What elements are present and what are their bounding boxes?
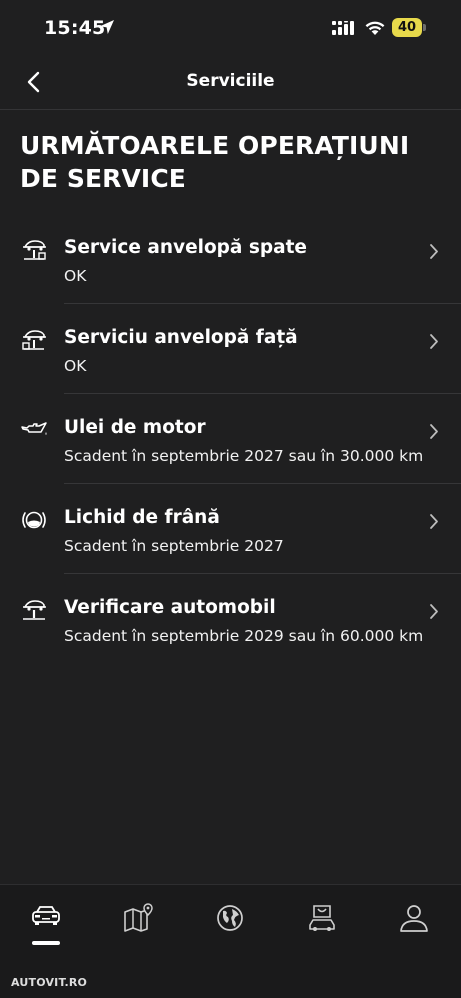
chevron-right-icon: [430, 604, 438, 619]
tab-vehicle[interactable]: [26, 903, 66, 939]
status-time: 15:45: [44, 17, 106, 39]
service-item-status: Scadent în septembrie 2029 sau în 60.000…: [64, 627, 424, 645]
service-item-status: Scadent în septembrie 2027 sau în 30.000…: [64, 447, 424, 465]
chevron-right-icon: [430, 334, 438, 349]
service-item-rear-tyre[interactable]: Service anvelopă spate OK: [0, 214, 461, 304]
service-item-status: Scadent în septembrie 2027: [64, 537, 284, 555]
shop-car-icon: [309, 905, 335, 931]
service-item-title: Lichid de frână: [64, 507, 220, 528]
location-arrow-icon: [100, 20, 114, 34]
page-title: Serviciile: [186, 71, 275, 91]
service-item-title: Ulei de motor: [64, 417, 206, 438]
brake-fluid-icon: [22, 511, 46, 529]
profile-icon: [400, 905, 428, 932]
car-lift-front-icon: [22, 330, 46, 350]
active-tab-indicator: [32, 941, 60, 945]
chevron-right-icon: [430, 514, 438, 529]
autovit-watermark: AUTOVIT.RO: [11, 976, 88, 989]
cellular-signal-icon: [332, 21, 354, 35]
service-item-status: OK: [64, 267, 87, 285]
service-item-brake-fluid[interactable]: Lichid de frână Scadent în septembrie 20…: [0, 484, 461, 574]
car-lift-rear-icon: [23, 240, 46, 260]
tab-profile[interactable]: [394, 903, 434, 939]
service-item-status: OK: [64, 357, 87, 375]
service-item-vehicle-check[interactable]: Verificare automobil Scadent în septembr…: [0, 574, 461, 664]
vehicle-check-icon: [23, 600, 46, 620]
tab-shop[interactable]: [302, 903, 342, 939]
service-item-title: Serviciu anvelopă față: [64, 327, 298, 348]
service-item-title: Verificare automobil: [64, 597, 276, 618]
oil-can-icon: [21, 422, 47, 435]
globe-icon: [217, 905, 243, 931]
car-icon: [32, 906, 60, 925]
map-pin-icon: [124, 903, 153, 932]
service-item-front-tyre[interactable]: Serviciu anvelopă față OK: [0, 304, 461, 394]
battery-cap: [423, 24, 426, 31]
service-item-title: Service anvelopă spate: [64, 237, 307, 258]
battery-indicator: 40: [392, 18, 426, 37]
tab-globe[interactable]: [210, 903, 250, 939]
tab-map[interactable]: [118, 903, 158, 939]
nav-header: Serviciile: [0, 56, 461, 110]
service-list: Service anvelopă spate OK Serviciu anvel…: [0, 214, 461, 664]
battery-level: 40: [392, 18, 422, 37]
chevron-right-icon: [430, 244, 438, 259]
service-item-engine-oil[interactable]: Ulei de motor Scadent în septembrie 2027…: [0, 394, 461, 484]
wifi-icon: [365, 21, 385, 35]
section-heading: URMĂTOARELE OPERAȚIUNI DE SERVICE: [20, 131, 410, 193]
status-bar: 15:45 40: [0, 0, 461, 56]
chevron-right-icon: [430, 424, 438, 439]
